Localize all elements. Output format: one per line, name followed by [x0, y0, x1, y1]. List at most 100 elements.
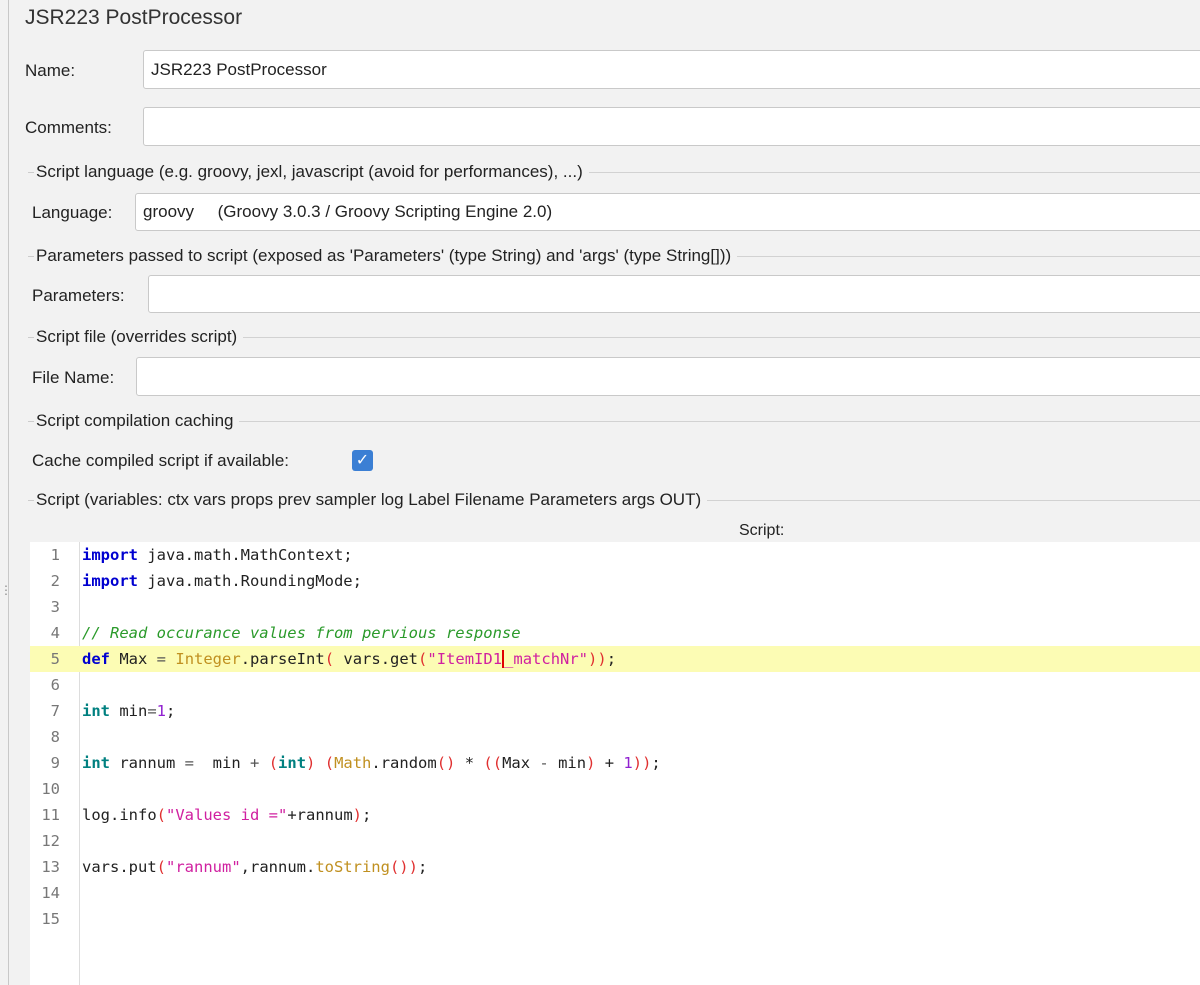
code-token: // Read occurance values from pervious r… [82, 624, 521, 642]
code-text: vars.put("rannum",rannum.toString()); [82, 854, 427, 880]
code-token: java.math.RoundingMode; [138, 572, 362, 590]
line-number: 14 [30, 880, 60, 906]
code-token: = [185, 754, 194, 772]
line-number: 10 [30, 776, 60, 802]
code-line[interactable]: 12 [30, 828, 1200, 854]
code-token: (( [483, 754, 502, 772]
code-token: ; [418, 858, 427, 876]
code-token: def [82, 650, 110, 668]
code-token: vars.put [82, 858, 157, 876]
code-token: ) [586, 754, 595, 772]
code-token: min [194, 754, 250, 772]
section-title: Script language (e.g. groovy, jexl, java… [36, 162, 589, 182]
code-token: ,rannum. [241, 858, 316, 876]
code-line[interactable]: 2 import java.math.RoundingMode; [30, 568, 1200, 594]
code-token: int [82, 754, 110, 772]
file-name-input[interactable] [136, 357, 1200, 396]
code-token: ( [325, 754, 334, 772]
code-token: _matchNr" [504, 650, 588, 668]
code-token: min [549, 754, 586, 772]
code-text: import java.math.RoundingMode; [82, 568, 362, 594]
parameters-section: Parameters passed to script (exposed as … [28, 246, 1200, 266]
name-label: Name: [25, 61, 75, 81]
code-line[interactable]: 15 [30, 906, 1200, 932]
cache-checkbox[interactable]: ✓ [352, 450, 373, 471]
code-token: .random [371, 754, 436, 772]
code-token: Integer [175, 650, 240, 668]
code-text: // Read occurance values from pervious r… [82, 620, 521, 646]
code-token: int [82, 702, 110, 720]
code-line[interactable]: 9int rannum = min + (int) (Math.random()… [30, 750, 1200, 776]
script-label: Script: [739, 522, 784, 540]
line-number: 15 [30, 906, 60, 932]
code-token: ; [607, 650, 616, 668]
line-number: 6 [30, 672, 60, 698]
code-text: int min=1; [82, 698, 175, 724]
code-line[interactable]: 1import java.math.MathContext; [30, 542, 1200, 568]
section-title: Script compilation caching [36, 411, 239, 431]
code-token: "ItemID1 [427, 650, 502, 668]
code-line[interactable]: 3 [30, 594, 1200, 620]
code-line[interactable]: 4 // Read occurance values from pervious … [30, 620, 1200, 646]
code-token: () [437, 754, 456, 772]
section-title: Script file (overrides script) [36, 327, 243, 347]
line-number: 4 [30, 620, 60, 646]
line-number: 5 [30, 646, 60, 672]
code-token: ) [353, 806, 362, 824]
script-section: Script (variables: ctx vars props prev s… [28, 490, 1200, 510]
code-token: java.math.MathContext; [138, 546, 353, 564]
code-token: + [250, 754, 259, 772]
code-text: log.info("Values id ="+rannum); [82, 802, 371, 828]
line-number: 13 [30, 854, 60, 880]
code-token: ) [306, 754, 315, 772]
comments-input[interactable] [143, 107, 1200, 146]
code-token: - [539, 754, 548, 772]
code-token: +rannum [287, 806, 352, 824]
code-line[interactable]: 11log.info("Values id ="+rannum); [30, 802, 1200, 828]
line-number: 9 [30, 750, 60, 776]
code-token: ( [157, 806, 166, 824]
compilation-caching-section: Script compilation caching [28, 411, 1200, 431]
line-number: 7 [30, 698, 60, 724]
comments-label: Comments: [25, 118, 112, 138]
code-token: = [147, 702, 156, 720]
code-token: rannum [110, 754, 185, 772]
line-number: 1 [30, 542, 60, 568]
code-token: + [595, 754, 623, 772]
code-line[interactable]: 6 [30, 672, 1200, 698]
code-token: ( [269, 754, 278, 772]
code-line[interactable]: 14 [30, 880, 1200, 906]
section-title: Script (variables: ctx vars props prev s… [36, 490, 707, 510]
code-text: int rannum = min + (int) (Math.random() … [82, 750, 661, 776]
script-file-section: Script file (overrides script) [28, 327, 1200, 347]
code-token: min [110, 702, 147, 720]
parameters-label: Parameters: [32, 286, 125, 306]
code-line[interactable]: 13 vars.put("rannum",rannum.toString()); [30, 854, 1200, 880]
name-input[interactable]: JSR223 PostProcessor [143, 50, 1200, 89]
code-line[interactable]: 5 def Max = Integer.parseInt( vars.get("I… [30, 646, 1200, 672]
code-text: def Max = Integer.parseInt( vars.get("It… [82, 646, 616, 672]
code-line[interactable]: 10 [30, 776, 1200, 802]
code-token: int [278, 754, 306, 772]
line-number: 2 [30, 568, 60, 594]
panel-title: JSR223 PostProcessor [25, 6, 242, 30]
code-token: ( [157, 858, 166, 876]
panel-border [8, 0, 9, 985]
line-number: 8 [30, 724, 60, 750]
code-line[interactable]: 8 [30, 724, 1200, 750]
code-token: = [157, 650, 166, 668]
code-line[interactable]: 7 int min=1; [30, 698, 1200, 724]
code-token: 1 [157, 702, 166, 720]
code-token: ( [418, 650, 427, 668]
code-token [166, 650, 175, 668]
script-editor[interactable]: 1import java.math.MathContext;2 import ja… [30, 542, 1200, 985]
code-token: ()) [390, 858, 418, 876]
code-token: ; [362, 806, 371, 824]
code-token: ; [166, 702, 175, 720]
language-select[interactable]: groovy (Groovy 3.0.3 / Groovy Scripting … [135, 193, 1200, 231]
code-token: Math [334, 754, 371, 772]
code-token: )) [633, 754, 652, 772]
section-title: Parameters passed to script (exposed as … [36, 246, 737, 266]
parameters-input[interactable] [148, 275, 1200, 313]
splitter-grip-icon[interactable]: ⋮ [0, 583, 12, 597]
